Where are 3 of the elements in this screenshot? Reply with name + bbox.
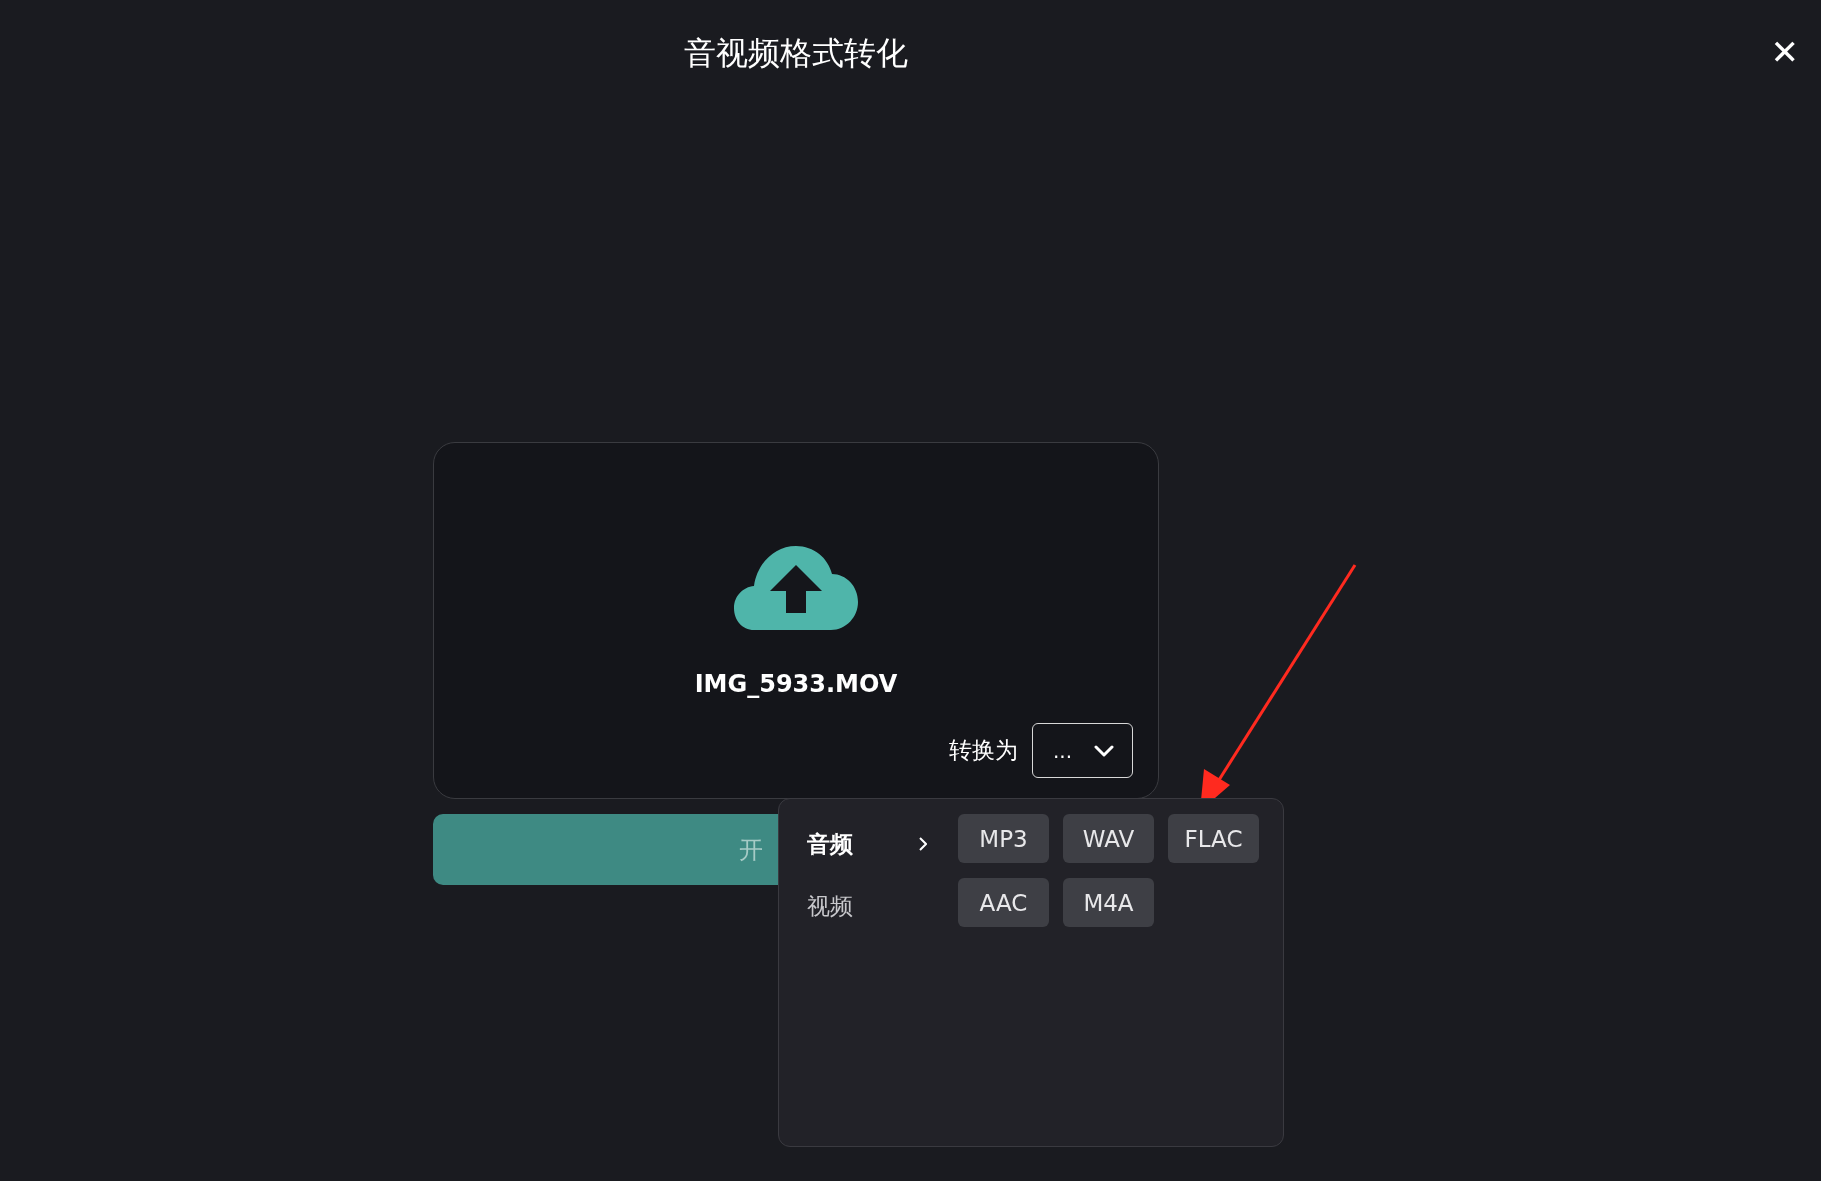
convert-label: 转换为 (949, 736, 1018, 765)
window-title: 音视频格式转化 (684, 33, 908, 74)
file-name: IMG_5933.MOV (694, 669, 898, 700)
